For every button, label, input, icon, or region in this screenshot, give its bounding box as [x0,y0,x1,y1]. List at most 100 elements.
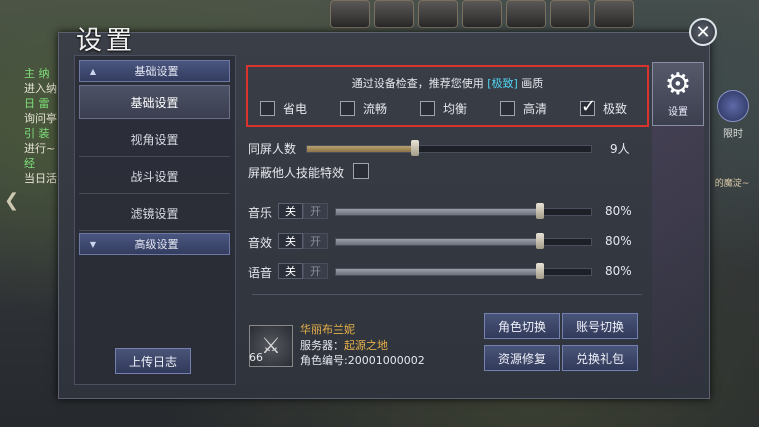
chevron-up-icon: ▲ [89,66,97,76]
slider-handle[interactable] [410,140,419,156]
quality-tip-text: 通过设备检查，推荐您使用 [351,77,484,90]
quest-line: 进行~ [24,142,56,155]
sidebar-item-basic[interactable]: 基础设置 [79,85,230,119]
redeem-gift-button[interactable]: 兑换礼包 [562,345,638,371]
class-emblem-icon: ⚔ [261,333,281,359]
sidebar-section-basic[interactable]: ▲ 基础设置 [79,60,230,82]
sfx-value: 80% [605,234,632,248]
tab-settings[interactable]: ⚙ 设置 [652,62,704,126]
server-label: 服务器： [300,339,344,352]
checkbox[interactable] [260,101,275,116]
quest-line: 日 雷 [24,97,50,110]
sfx-toggle[interactable]: 关 开 [278,233,328,249]
voice-value: 80% [605,264,632,278]
top-hud-icons [330,0,634,28]
sidebar-item-combat[interactable]: 战斗设置 [79,159,230,194]
slider-handle[interactable] [536,233,544,249]
quest-line: 进入纳 [24,82,57,95]
hud-icon[interactable] [594,0,634,28]
quality-option-balanced[interactable]: 均衡 [420,100,467,117]
quality-option-hd[interactable]: 高清 [500,100,547,117]
quest-line: 询问亭 [24,112,57,125]
slider-fill [307,146,415,152]
sidebar-item-label: 滤镜设置 [130,206,179,221]
quality-option-label: 均衡 [443,102,468,116]
quality-option-label: 流畅 [363,102,388,116]
hud-icon[interactable] [418,0,458,28]
checkbox[interactable] [420,101,435,116]
divider [252,294,642,295]
collapse-left-icon[interactable]: ❮ [4,190,19,212]
quest-hint: 的魔淀~ [714,179,750,189]
switch-account-button[interactable]: 账号切换 [562,313,638,339]
sidebar-section-label: 基础设置 [134,65,179,78]
same-screen-value: 9人 [610,142,630,156]
sidebar-item-filter[interactable]: 滤镜设置 [79,196,230,231]
limited-event-label: 限时 [723,129,743,140]
voice-toggle[interactable]: 关 开 [278,263,328,279]
quest-tracker[interactable]: 主 纳 进入纳 日 雷 询问亭 引 装 进行~ 经 当日活 [0,66,60,186]
toggle-off[interactable]: 关 [278,203,303,219]
gear-icon: ⚙ [664,67,692,102]
hud-icon[interactable] [550,0,590,28]
sidebar-section-label: 高级设置 [134,238,179,251]
music-value: 80% [605,204,632,218]
page-title: 设置 [76,26,137,56]
server-name: 起源之地 [344,339,388,352]
limited-event-icon[interactable] [717,90,749,122]
hud-icon[interactable] [462,0,502,28]
checkbox[interactable] [340,101,355,116]
checkbox[interactable] [500,101,515,116]
sfx-slider[interactable] [335,233,592,249]
voice-slider[interactable] [335,263,592,279]
toggle-on[interactable]: 开 [303,263,328,279]
sidebar-section-advanced[interactable]: ▼ 高级设置 [79,233,230,255]
slider-handle[interactable] [536,203,544,219]
upload-log-button[interactable]: 上传日志 [115,348,191,374]
hud-icon[interactable] [330,0,370,28]
slider-fill [336,269,540,275]
same-screen-slider[interactable] [306,140,592,156]
slider-handle[interactable] [536,263,544,279]
close-icon: ✕ [695,21,711,43]
quest-line: 主 纳 [24,67,50,80]
quality-tip-suffix: 画质 [521,77,544,90]
toggle-off[interactable]: 关 [278,263,303,279]
sidebar-item-label: 基础设置 [130,95,179,110]
hide-effects-label: 屏蔽他人技能特效 [248,166,345,180]
right-hud[interactable]: 限时 的魔淀~ [707,90,759,189]
switch-role-button[interactable]: 角色切换 [484,313,560,339]
quality-option-smooth[interactable]: 流畅 [340,100,387,117]
hide-effects-checkbox[interactable] [353,163,369,179]
tab-decoration [652,126,704,386]
quality-option-power-saving[interactable]: 省电 [260,100,307,117]
hud-icon[interactable] [374,0,414,28]
quality-selector: 通过设备检查，推荐您使用 [极致] 画质 省电 流畅 均衡 高清 极致 [246,65,649,127]
music-slider[interactable] [335,203,592,219]
quality-option-label: 省电 [283,102,308,116]
close-button[interactable]: ✕ [689,18,717,46]
tab-settings-label: 设置 [668,107,688,118]
quality-option-ultra[interactable]: 极致 [580,96,628,117]
checkbox-checked[interactable] [580,96,596,117]
quality-option-label: 极致 [603,102,628,116]
sidebar-item-label: 视角设置 [130,132,179,147]
quest-line: 引 装 [24,127,50,140]
hud-icon[interactable] [506,0,546,28]
same-screen-label: 同屏人数 [248,142,297,156]
music-toggle[interactable]: 关 开 [278,203,328,219]
voice-label: 语音 [248,266,273,280]
slider-fill [336,239,540,245]
character-level: 66 [249,351,263,364]
chevron-down-icon: ▼ [89,239,97,249]
toggle-on[interactable]: 开 [303,203,328,219]
toggle-on[interactable]: 开 [303,233,328,249]
slider-fill [336,209,540,215]
character-id: 角色编号:20001000002 [300,354,425,367]
quest-line: 经 [24,157,35,170]
server-info: 服务器：起源之地 [300,337,388,353]
toggle-off[interactable]: 关 [278,233,303,249]
sidebar: ▲ 基础设置 基础设置 视角设置 战斗设置 滤镜设置 ▼ 高级设置 [74,55,236,385]
sidebar-item-camera[interactable]: 视角设置 [79,122,230,157]
repair-resources-button[interactable]: 资源修复 [484,345,560,371]
